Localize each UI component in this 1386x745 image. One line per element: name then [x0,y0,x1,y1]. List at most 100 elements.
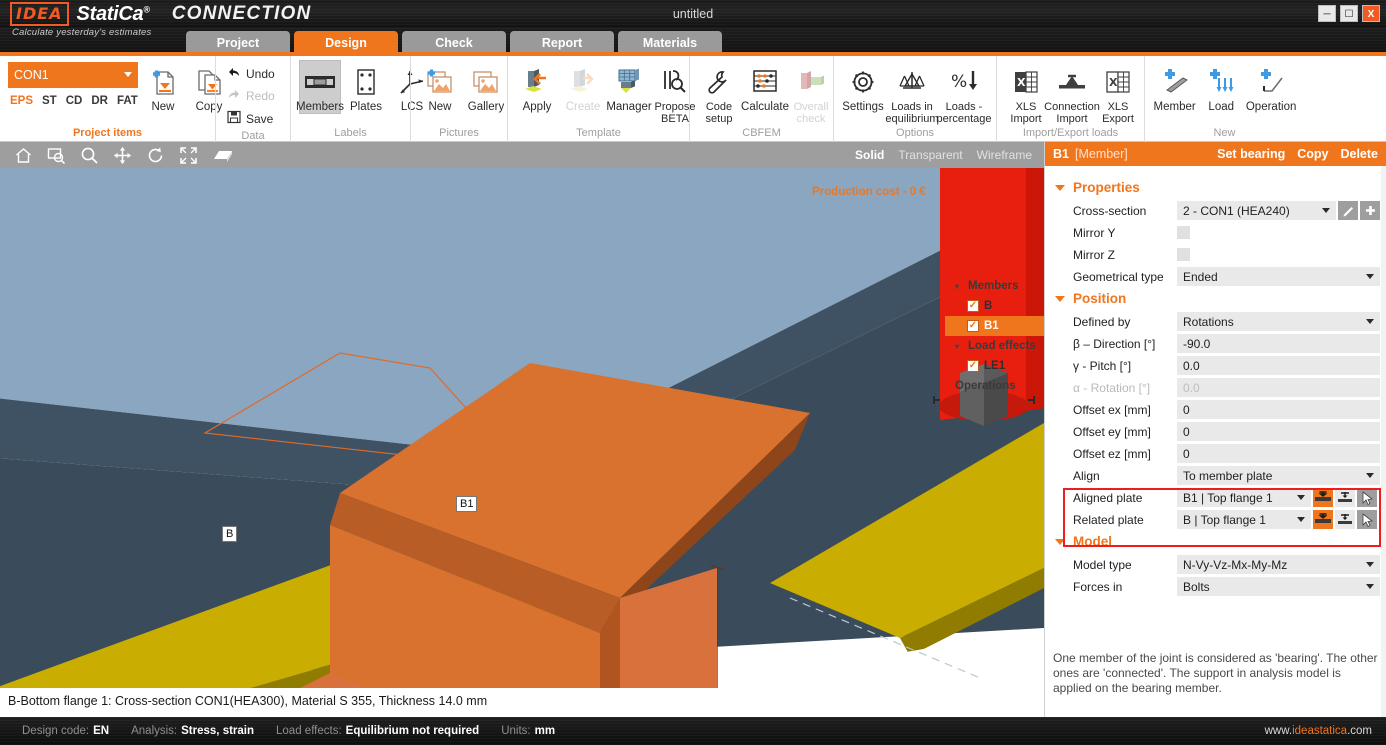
offset-ex-input[interactable]: 0 [1177,400,1380,419]
cross-section-combo[interactable]: 2 - CON1 (HEA240) [1177,201,1336,220]
member-label-b1[interactable]: B1 [456,496,477,512]
edit-cross-section-button[interactable] [1338,201,1358,220]
defined-by-combo[interactable]: Rotations [1177,312,1380,331]
connection-import-button[interactable]: Connection Import [1051,60,1093,126]
code-eps[interactable]: EPS [10,95,33,107]
code-setup-button[interactable]: Code setup [698,60,740,126]
view-toolbar: Solid Transparent Wireframe [0,142,1044,168]
loads-percentage-button[interactable]: % Loads - percentage [940,60,988,126]
website-link[interactable]: www.ideastatica.com [1265,725,1372,737]
overall-check-button[interactable]: Overall check [790,60,832,126]
chevron-down-icon [1297,517,1305,522]
mirror-z-checkbox[interactable] [1177,248,1190,261]
forces-in-combo[interactable]: Bolts [1177,577,1380,596]
ribbon-group-labels: Members Plates [290,56,410,142]
label-related-plate: Related plate [1073,513,1177,527]
offset-ez-input[interactable]: 0 [1177,444,1380,463]
tree-checkbox-b[interactable]: ✓ [967,300,979,312]
chevron-down-icon [1366,274,1374,279]
align-center-button[interactable] [1335,488,1355,507]
code-cd[interactable]: CD [66,95,83,107]
apply-template-button[interactable]: Apply [516,60,558,114]
delete-member-button[interactable]: Delete [1340,147,1378,161]
labels-plates-button[interactable]: Plates [345,60,387,114]
row-defined-by: Defined by Rotations [1051,311,1380,332]
status-analysis-value: Stress, strain [181,725,254,737]
related-align-center-button[interactable] [1335,510,1355,529]
close-button[interactable]: X [1362,5,1380,22]
code-dr[interactable]: DR [91,95,108,107]
gallery-button[interactable]: Gallery [465,60,507,114]
maximize-button[interactable]: ☐ [1340,5,1358,22]
save-button[interactable]: Save [224,108,278,129]
template-manager-label: Manager [606,101,651,113]
aligned-plate-combo[interactable]: B1 | Top flange 1 [1177,488,1311,507]
geometrical-type-combo[interactable]: Ended [1177,267,1380,286]
minimize-button[interactable]: ─ [1318,5,1336,22]
redo-button[interactable]: Redo [224,86,278,105]
undo-button[interactable]: Undo [224,64,278,83]
new-operation-button[interactable]: Operation [1246,60,1296,114]
set-bearing-button[interactable]: Set bearing [1217,147,1285,161]
zoom-icon[interactable] [80,146,99,165]
tree-item-b1[interactable]: ✓ B1 [945,316,1044,336]
calculate-button[interactable]: Calculate [744,60,786,114]
new-picture-label: New [428,101,451,113]
ribbon-group-project-items: CON1 EPS ST CD DR FAT [0,56,215,142]
member-label-b[interactable]: B [222,526,237,542]
3d-viewport[interactable]: Production cost - 0 € ▾ Members ✓ B ✓ B1… [0,168,1044,688]
tree-group-load-effects-label: Load effects [968,340,1036,352]
new-picture-button[interactable]: New [419,60,461,114]
view-mode-wireframe[interactable]: Wireframe [977,148,1032,162]
xls-export-button[interactable]: X XLS Export [1097,60,1139,126]
create-template-button[interactable]: Create [562,60,604,114]
zoom-window-icon[interactable] [47,146,66,165]
align-combo[interactable]: To member plate [1177,466,1380,485]
view-mode-solid[interactable]: Solid [855,148,884,162]
related-plate-combo[interactable]: B | Top flange 1 [1177,510,1311,529]
home-view-icon[interactable] [14,146,33,165]
section-position[interactable]: Position [1055,291,1380,306]
new-project-item-button[interactable]: New [142,60,184,114]
zoom-fit-icon[interactable] [179,146,198,165]
offset-ey-input[interactable]: 0 [1177,422,1380,441]
pick-aligned-plate-button[interactable] [1357,488,1377,507]
template-manager-button[interactable]: Manager [608,60,650,114]
new-load-button[interactable]: Load [1200,60,1242,114]
code-st[interactable]: ST [42,95,57,107]
new-member-button[interactable]: Member [1153,60,1196,114]
copy-member-button[interactable]: Copy [1297,147,1328,161]
website-link-mid: ideastatica [1292,725,1347,737]
view-mode-transparent[interactable]: Transparent [898,148,962,162]
mirror-y-checkbox[interactable] [1177,226,1190,239]
section-properties[interactable]: Properties [1055,180,1380,195]
apply-template-label: Apply [523,101,552,113]
rotate-icon[interactable] [146,146,165,165]
model-type-combo[interactable]: N-Vy-Vz-Mx-My-Mz [1177,555,1380,574]
pick-related-plate-button[interactable] [1357,510,1377,529]
align-flush-button[interactable] [1313,488,1333,507]
code-fat[interactable]: FAT [117,95,138,107]
tree-checkbox-b1[interactable]: ✓ [967,320,979,332]
beta-direction-input[interactable]: -90.0 [1177,334,1380,353]
tree-group-load-effects[interactable]: ▾ Load effects [945,336,1044,356]
labels-members-button[interactable]: Members [299,60,341,114]
chevron-down-icon [1366,473,1374,478]
chevron-down-icon [1322,208,1330,213]
status-load-effects-label: Load effects: [276,725,342,737]
add-cross-section-button[interactable] [1360,201,1380,220]
render-style-icon[interactable] [212,147,234,164]
tree-item-le1[interactable]: ✓ LE1 [945,356,1044,376]
related-align-flush-button[interactable] [1313,510,1333,529]
tree-checkbox-le1[interactable]: ✓ [967,360,979,372]
gamma-pitch-input[interactable]: 0.0 [1177,356,1380,375]
model-type-value: N-Vy-Vz-Mx-My-Mz [1183,558,1287,572]
tree-group-operations[interactable]: Operations [945,376,1044,396]
tree-group-members[interactable]: ▾ Members [945,276,1044,296]
pan-icon[interactable] [113,146,132,165]
status-design-code-label: Design code: [22,725,89,737]
tree-item-b[interactable]: ✓ B [945,296,1044,316]
tree-group-operations-label: Operations [955,380,1016,392]
project-item-combo[interactable]: CON1 [8,62,138,88]
section-model[interactable]: Model [1055,534,1380,549]
